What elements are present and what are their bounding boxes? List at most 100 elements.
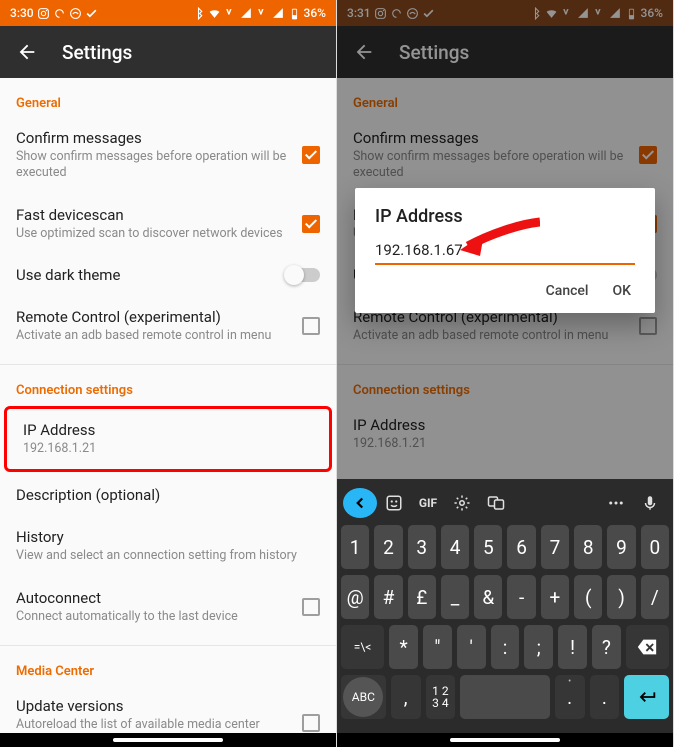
battery-icon bbox=[288, 7, 301, 20]
fastscan-title: Fast devicescan bbox=[16, 206, 290, 224]
ip-address-highlight: IP Address 192.168.1.21 bbox=[4, 406, 332, 472]
key-8[interactable]: 8 bbox=[574, 525, 602, 569]
kb-chevron-icon[interactable] bbox=[343, 488, 377, 518]
key-+[interactable]: + bbox=[541, 575, 569, 619]
item-ip-address[interactable]: IP Address 192.168.1.21 bbox=[337, 404, 673, 464]
section-general: General bbox=[0, 78, 336, 117]
appbar-title: Settings bbox=[399, 41, 469, 64]
key-4[interactable]: 4 bbox=[441, 525, 469, 569]
back-icon[interactable] bbox=[16, 41, 38, 63]
key-@[interactable]: @ bbox=[341, 575, 369, 619]
key-&[interactable]: & bbox=[474, 575, 502, 619]
section-general: General bbox=[337, 78, 673, 117]
item-confirm-messages[interactable]: Confirm messages Show confirm messages b… bbox=[0, 117, 336, 194]
key-5[interactable]: 5 bbox=[474, 525, 502, 569]
section-connection: Connection settings bbox=[337, 365, 673, 404]
battery-percent: 36% bbox=[641, 6, 663, 20]
key-2[interactable]: 2 bbox=[374, 525, 402, 569]
kb-gear-icon[interactable] bbox=[445, 488, 479, 518]
remote-sub: Activate an adb based remote control in … bbox=[16, 328, 290, 344]
update-title: Update versions bbox=[16, 697, 290, 715]
instagram-icon bbox=[37, 7, 50, 20]
key-period-2[interactable]: . bbox=[590, 675, 620, 719]
confirm-checkbox[interactable] bbox=[639, 146, 657, 164]
key-6[interactable]: 6 bbox=[507, 525, 535, 569]
key-space[interactable] bbox=[460, 675, 549, 719]
key-0[interactable]: 0 bbox=[641, 525, 669, 569]
status-time: 3:31 bbox=[347, 6, 371, 20]
remote-checkbox[interactable] bbox=[639, 317, 657, 335]
key-*[interactable]: * bbox=[389, 625, 418, 669]
kb-mic-icon[interactable] bbox=[633, 488, 667, 518]
status-time: 3:30 bbox=[10, 6, 34, 20]
ok-button[interactable]: OK bbox=[613, 283, 632, 299]
keyboard-toolbar: GIF bbox=[337, 485, 673, 521]
auto-sub: Connect automatically to the last device bbox=[16, 609, 290, 625]
key--[interactable]: - bbox=[507, 575, 535, 619]
kb-more-icon[interactable] bbox=[599, 488, 633, 518]
nav-pill[interactable] bbox=[113, 738, 223, 742]
key-backspace[interactable] bbox=[626, 625, 669, 669]
item-history[interactable]: History View and select an connection se… bbox=[0, 516, 336, 576]
key-"[interactable]: " bbox=[423, 625, 452, 669]
phone-right: 3:31 36% Settings General Confirm messag… bbox=[337, 0, 674, 747]
signal-icon-2 bbox=[272, 7, 285, 20]
key-enter[interactable] bbox=[624, 675, 669, 719]
confirm-sub: Show confirm messages before operation w… bbox=[16, 149, 290, 182]
back-icon[interactable] bbox=[353, 41, 375, 63]
key-/[interactable]: / bbox=[641, 575, 669, 619]
kb-translate-icon[interactable] bbox=[479, 488, 513, 518]
key-'[interactable]: ' bbox=[457, 625, 486, 669]
key-7[interactable]: 7 bbox=[541, 525, 569, 569]
kb-gif-button[interactable]: GIF bbox=[411, 488, 445, 518]
key-_[interactable]: _ bbox=[441, 575, 469, 619]
key-abc[interactable]: ABC bbox=[341, 675, 386, 719]
item-autoconnect[interactable]: Autoconnect Connect automatically to the… bbox=[0, 577, 336, 637]
section-media: Media Center bbox=[0, 646, 336, 685]
key-:[interactable]: : bbox=[491, 625, 520, 669]
key-period[interactable]: •. bbox=[555, 675, 585, 719]
sync-icon bbox=[390, 7, 403, 20]
key-3[interactable]: 3 bbox=[408, 525, 436, 569]
section-connection: Connection settings bbox=[0, 365, 336, 404]
confirm-title: Confirm messages bbox=[16, 129, 290, 147]
nav-bar bbox=[0, 733, 336, 747]
auto-checkbox[interactable] bbox=[302, 598, 320, 616]
appbar-title: Settings bbox=[62, 41, 132, 64]
key-9[interactable]: 9 bbox=[607, 525, 635, 569]
key-£[interactable]: £ bbox=[408, 575, 436, 619]
confirm-checkbox[interactable] bbox=[302, 146, 320, 164]
kb-sticker-icon[interactable] bbox=[377, 488, 411, 518]
ip-address-dialog: IP Address Cancel OK bbox=[355, 188, 655, 313]
remote-checkbox[interactable] bbox=[302, 317, 320, 335]
item-ip-address[interactable]: IP Address 192.168.1.21 bbox=[7, 409, 329, 469]
nav-pill[interactable] bbox=[450, 738, 560, 742]
nav-bar bbox=[337, 733, 673, 747]
fastscan-checkbox[interactable] bbox=[302, 215, 320, 233]
key-;[interactable]: ; bbox=[524, 625, 553, 669]
key-?[interactable]: ? bbox=[592, 625, 621, 669]
key-)[interactable]: ) bbox=[607, 575, 635, 619]
key-comma[interactable]: , bbox=[391, 675, 421, 719]
item-fast-devicescan[interactable]: Fast devicescan Use optimized scan to di… bbox=[0, 194, 336, 254]
key-1[interactable]: 1 bbox=[341, 525, 369, 569]
key-shift[interactable]: =\< bbox=[341, 625, 384, 669]
item-confirm-messages[interactable]: Confirm messages Show confirm messages b… bbox=[337, 117, 673, 194]
desc-title: Description (optional) bbox=[16, 486, 320, 504]
key-![interactable]: ! bbox=[558, 625, 587, 669]
key-#[interactable]: # bbox=[374, 575, 402, 619]
check-icon bbox=[422, 7, 435, 20]
auto-title: Autoconnect bbox=[16, 589, 290, 607]
cancel-button[interactable]: Cancel bbox=[546, 283, 589, 299]
dark-switch[interactable] bbox=[286, 268, 320, 282]
item-remote-control[interactable]: Remote Control (experimental) Activate a… bbox=[0, 296, 336, 356]
phone-left: 3:30 36% Settings General Confirm messag… bbox=[0, 0, 337, 747]
battery-icon bbox=[625, 7, 638, 20]
key-([interactable]: ( bbox=[574, 575, 602, 619]
app-icon bbox=[69, 7, 82, 20]
battery-percent: 36% bbox=[304, 6, 326, 20]
key-numpad[interactable]: 1 2 3 4 bbox=[426, 675, 456, 719]
item-dark-theme[interactable]: Use dark theme bbox=[0, 254, 336, 296]
update-checkbox[interactable] bbox=[302, 714, 320, 732]
item-description[interactable]: Description (optional) bbox=[0, 474, 336, 516]
